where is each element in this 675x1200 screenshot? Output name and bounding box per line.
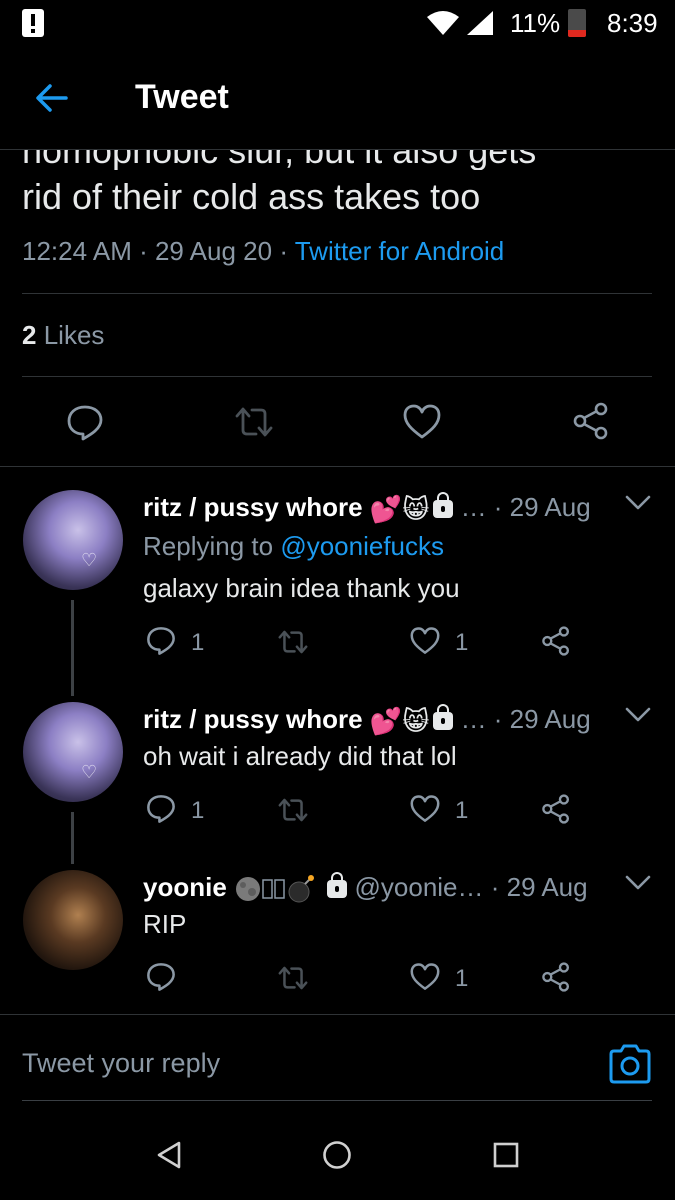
nav-back-icon[interactable] xyxy=(155,1140,183,1170)
chevron-down-icon[interactable] xyxy=(624,874,652,892)
meta-separator: · xyxy=(131,236,155,266)
divider xyxy=(22,293,652,294)
like-icon[interactable] xyxy=(403,404,441,440)
reply-author-name[interactable]: ritz / pussy whore xyxy=(143,704,363,734)
avatar[interactable] xyxy=(23,702,123,802)
reply-icon[interactable] xyxy=(146,962,176,992)
share-icon[interactable] xyxy=(541,794,571,824)
camera-icon[interactable] xyxy=(608,1044,652,1084)
lock-icon xyxy=(433,492,454,519)
retweet-icon[interactable] xyxy=(276,796,310,824)
reply-date: · 29 Aug xyxy=(493,492,591,522)
tweet-text-clipped: homophobic slur, but it also gets xyxy=(0,150,675,170)
divider xyxy=(0,466,675,467)
two-hearts-icon: 💕 xyxy=(369,705,403,736)
reply-author-name[interactable]: ritz / pussy whore xyxy=(143,492,363,522)
likes-link[interactable]: 2 Likes xyxy=(22,320,104,351)
reply-header: ritz / pussy whore 💕😸 … · 29 Aug xyxy=(143,704,591,737)
divider xyxy=(22,376,652,377)
battery-percent: 11% xyxy=(510,8,561,38)
avatar[interactable] xyxy=(23,870,123,970)
reply-text: galaxy brain idea thank you xyxy=(143,573,460,603)
tweet-source-link[interactable]: Twitter for Android xyxy=(295,236,505,266)
reply-header: yoonie @yoonie… · 29 Aug xyxy=(143,872,588,904)
reply-handle: … xyxy=(460,704,487,734)
chevron-down-icon[interactable] xyxy=(624,494,652,512)
reply-date: · 29 Aug xyxy=(493,704,591,734)
alert-icon xyxy=(22,9,44,37)
replying-to-label: Replying to xyxy=(143,531,281,561)
share-icon[interactable] xyxy=(541,626,571,656)
likes-count: 2 xyxy=(22,320,37,350)
reply-icon[interactable] xyxy=(66,404,104,442)
chevron-down-icon[interactable] xyxy=(624,706,652,724)
retweet-icon[interactable] xyxy=(276,964,310,992)
reply-author-name[interactable]: yoonie xyxy=(143,872,227,902)
moon-icon xyxy=(236,877,261,902)
composer-underline xyxy=(22,1100,652,1101)
composer-divider xyxy=(0,1014,675,1015)
like-count: 1 xyxy=(455,797,469,824)
reply-input[interactable]: Tweet your reply xyxy=(22,1048,220,1079)
lock-icon xyxy=(433,704,454,731)
tweet-date: 29 Aug 20 xyxy=(154,236,273,266)
tweet-text: rid of their cold ass takes too xyxy=(22,176,481,217)
reply-icon[interactable] xyxy=(146,794,176,824)
back-arrow-icon[interactable] xyxy=(30,76,74,120)
reply-header: ritz / pussy whore 💕😸 … · 29 Aug xyxy=(143,492,591,525)
reply-date: · 29 Aug xyxy=(490,872,588,902)
meta-separator: · xyxy=(272,236,295,266)
reply-handle: @yoonie… xyxy=(354,872,484,902)
avatar[interactable] xyxy=(23,490,123,590)
like-icon[interactable] xyxy=(410,795,440,823)
like-icon[interactable] xyxy=(410,963,440,991)
unknown-glyph-icon xyxy=(262,879,285,899)
share-icon[interactable] xyxy=(572,402,610,440)
retweet-icon[interactable] xyxy=(234,404,274,440)
wifi-icon xyxy=(427,11,459,35)
replying-to: Replying to @yooniefucks xyxy=(143,531,444,562)
reply-handle: … xyxy=(460,492,487,522)
tweet-time: 12:24 AM xyxy=(22,236,132,266)
nav-recents-icon[interactable] xyxy=(493,1142,519,1168)
retweet-icon[interactable] xyxy=(276,628,310,656)
reply-icon[interactable] xyxy=(146,626,176,656)
like-count: 1 xyxy=(455,965,469,992)
page-title: Tweet xyxy=(135,78,229,116)
thread-line xyxy=(71,812,74,864)
share-icon[interactable] xyxy=(541,962,571,992)
nav-home-icon[interactable] xyxy=(322,1140,352,1170)
like-count: 1 xyxy=(455,629,469,656)
lock-icon xyxy=(327,872,348,899)
tweet-text-line-cut: homophobic slur, but it also gets xyxy=(22,150,536,170)
thread-line xyxy=(71,600,74,696)
tweet-meta: 12:24 AM · 29 Aug 20 · Twitter for Andro… xyxy=(22,236,504,267)
reply-count: 1 xyxy=(191,797,205,824)
likes-label: Likes xyxy=(43,320,105,350)
replying-to-handle[interactable]: @yooniefucks xyxy=(280,531,444,561)
two-hearts-icon: 💕 xyxy=(369,493,403,524)
status-bar: 11% 8:39 xyxy=(0,0,675,48)
cat-face-icon: 😸 xyxy=(402,705,430,736)
signal-icon xyxy=(467,11,493,35)
reply-text: oh wait i already did that lol xyxy=(143,741,457,771)
reply-count: 1 xyxy=(191,629,205,656)
clock: 8:39 xyxy=(607,8,658,38)
like-icon[interactable] xyxy=(410,627,440,655)
battery-icon xyxy=(568,9,586,37)
reply-text: RIP xyxy=(143,909,187,939)
bomb-icon xyxy=(288,875,315,903)
cat-face-icon: 😸 xyxy=(402,493,430,524)
